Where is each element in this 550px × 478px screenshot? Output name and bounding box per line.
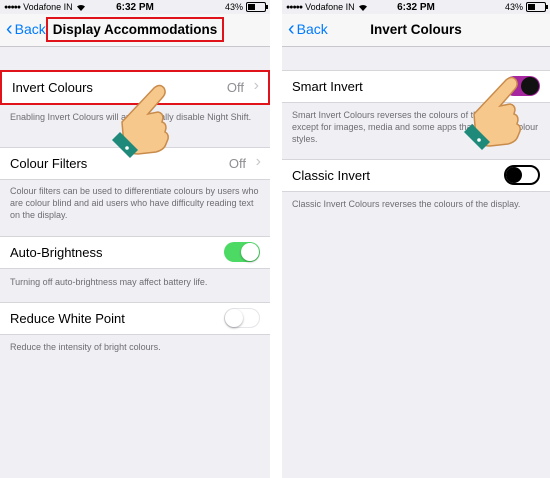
reduce-white-point-footer: Reduce the intensity of bright colours. [10, 342, 161, 352]
cell-label: Invert Colours [12, 80, 93, 95]
auto-brightness-row: Auto-Brightness [0, 236, 270, 269]
status-bar: ●●●●● Vodafone IN 6:32 PM 43% [0, 0, 270, 14]
reduce-white-point-toggle[interactable] [224, 308, 260, 328]
status-bar: ●●●●● Vodafone IN 6:32 PM 43% [282, 0, 550, 14]
battery-percent: 43% [504, 2, 523, 12]
auto-brightness-toggle[interactable] [224, 242, 260, 262]
right-screen: ●●●●● Vodafone IN 6:32 PM 43% ‹ Back Inv… [282, 0, 550, 478]
battery-icon [526, 2, 548, 12]
navigation-bar: ‹ Back Invert Colours [282, 14, 550, 47]
navigation-bar: ‹ Back Display Accommodations [0, 14, 270, 47]
page-title: Invert Colours [370, 22, 462, 37]
cell-value: Off [226, 80, 244, 95]
auto-brightness-footer: Turning off auto-brightness may affect b… [10, 277, 208, 287]
cell-value: Off [228, 156, 246, 171]
cell-label: Auto-Brightness [10, 245, 103, 260]
cell-label: Reduce White Point [10, 311, 125, 326]
classic-invert-row: Classic Invert [282, 159, 550, 192]
left-screen: ●●●●● Vodafone IN 6:32 PM 43% ‹ Back Dis… [0, 0, 270, 478]
cell-label: Colour Filters [10, 156, 88, 171]
pointing-hand-icon [112, 84, 169, 158]
battery-icon [246, 2, 268, 12]
cell-label: Classic Invert [292, 168, 371, 183]
chevron-right-icon: › [255, 153, 261, 170]
page-title: Display Accommodations [0, 17, 270, 42]
classic-invert-toggle[interactable] [504, 165, 540, 185]
colour-filters-footer: Colour filters can be used to differenti… [10, 186, 259, 220]
classic-invert-footer: Classic Invert Colours reverses the colo… [292, 199, 521, 209]
cell-label: Smart Invert [292, 79, 363, 94]
chevron-right-icon: › [253, 77, 259, 94]
pointing-hand-icon [464, 76, 521, 150]
battery-percent: 43% [224, 2, 243, 12]
reduce-white-point-row: Reduce White Point [0, 302, 270, 335]
